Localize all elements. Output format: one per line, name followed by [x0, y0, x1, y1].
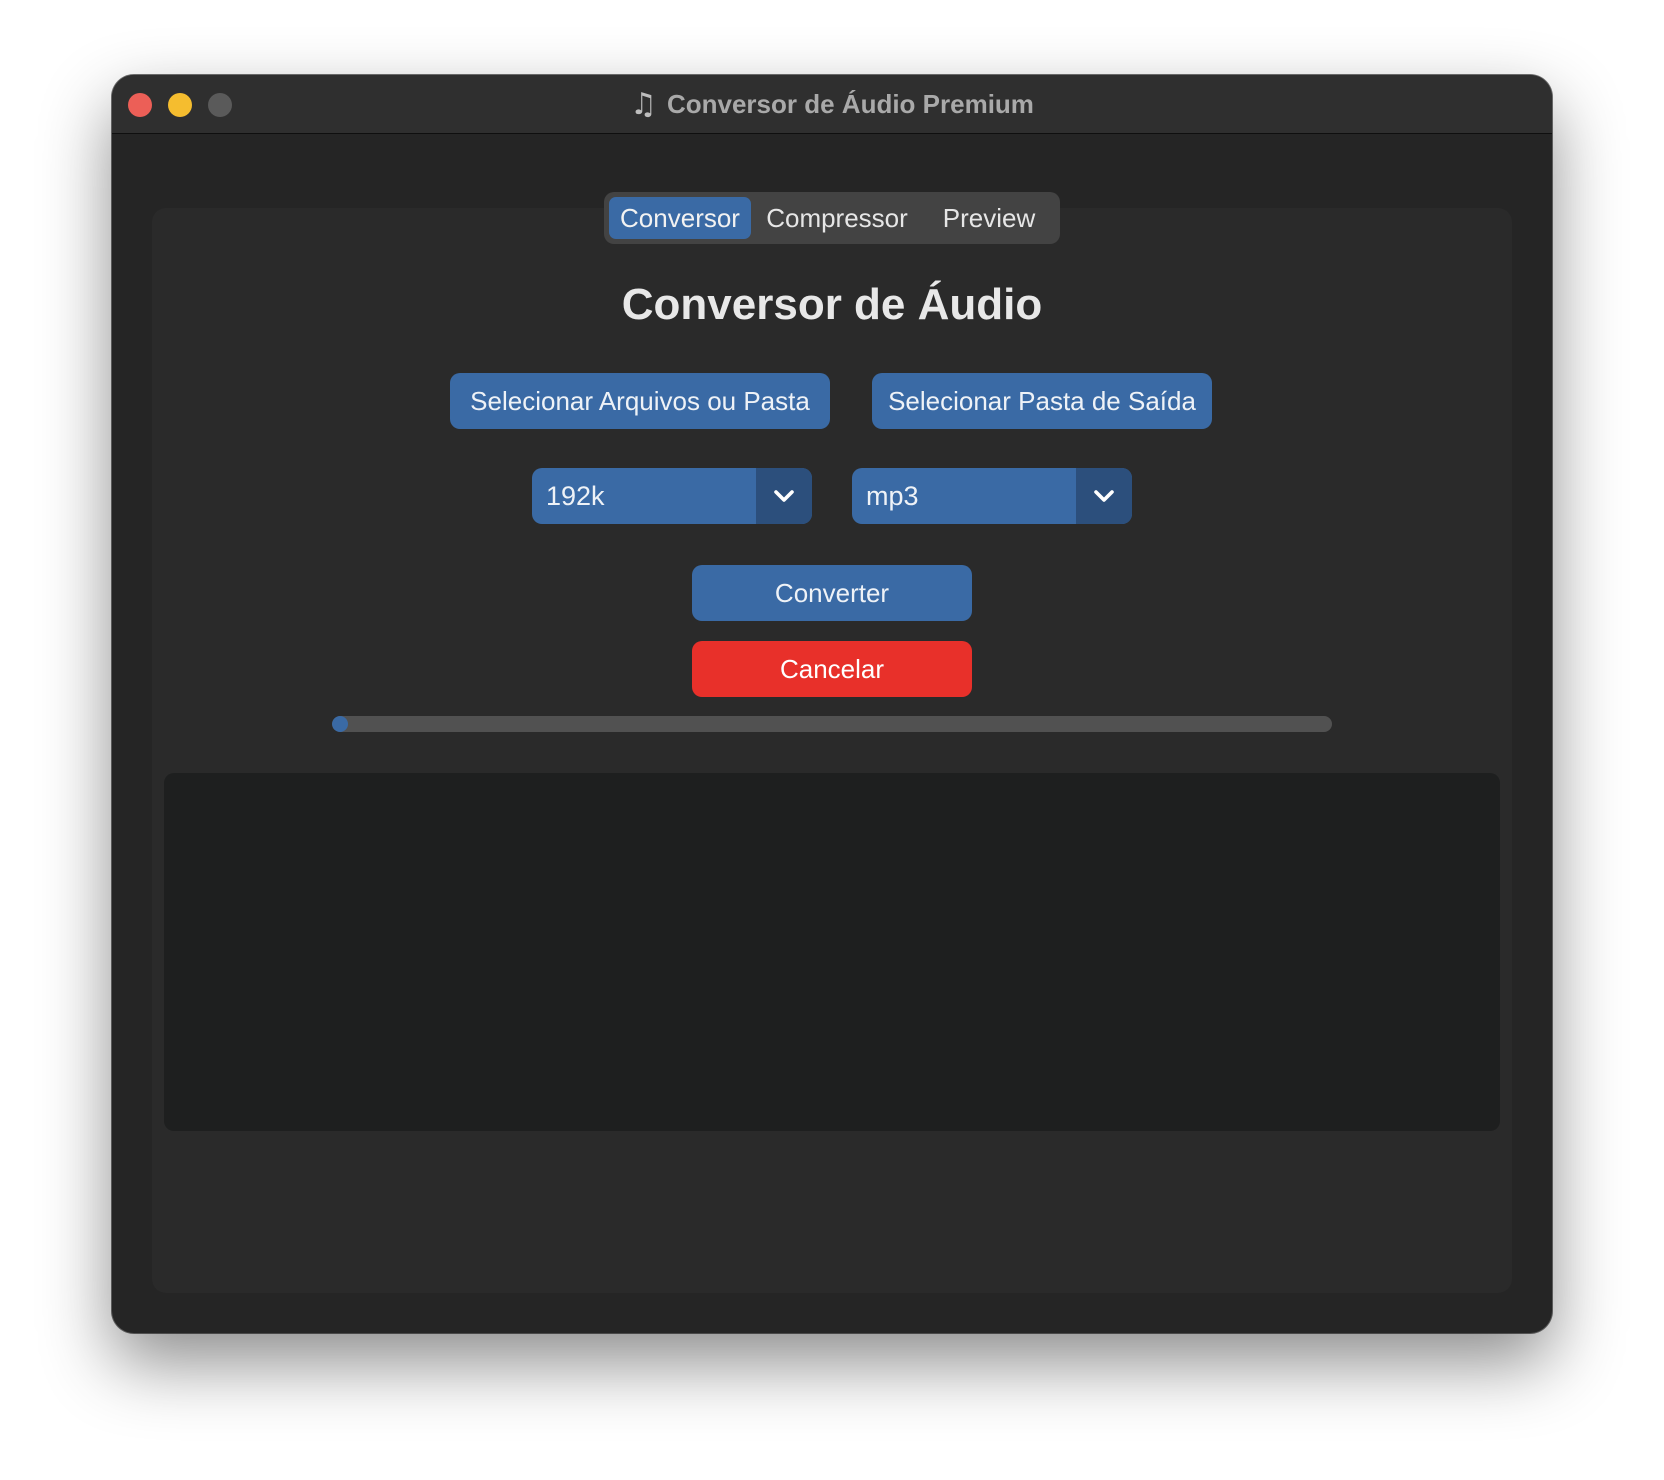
music-note-icon: ♫ — [630, 86, 657, 122]
window-title-text: Conversor de Áudio Premium — [666, 88, 1034, 119]
app-window: ♫ Conversor de Áudio Premium Conversor C… — [112, 75, 1552, 1333]
chevron-down-icon[interactable] — [756, 468, 812, 524]
chevron-down-icon[interactable] — [1076, 468, 1132, 524]
bitrate-select[interactable]: 192k — [532, 468, 812, 524]
bitrate-select-value: 192k — [546, 480, 605, 511]
window-title: ♫ Conversor de Áudio Premium — [112, 75, 1552, 133]
tab-compressor[interactable]: Compressor — [751, 197, 923, 239]
tab-conversor[interactable]: Conversor — [609, 197, 751, 239]
format-select[interactable]: mp3 — [852, 468, 1132, 524]
convert-button[interactable]: Converter — [692, 565, 972, 621]
cancel-button[interactable]: Cancelar — [692, 641, 972, 697]
tab-preview[interactable]: Preview — [923, 197, 1055, 239]
select-files-button[interactable]: Selecionar Arquivos ou Pasta — [450, 373, 830, 429]
format-select-value: mp3 — [866, 480, 919, 511]
progress-bar — [332, 716, 1332, 732]
title-bar[interactable]: ♫ Conversor de Áudio Premium — [112, 75, 1552, 134]
tab-bar: Conversor Compressor Preview — [604, 192, 1060, 244]
desktop-background: ♫ Conversor de Áudio Premium Conversor C… — [0, 0, 1664, 1480]
page-title: Conversor de Áudio — [621, 280, 1043, 329]
progress-bar-fill — [332, 716, 348, 732]
log-output-area[interactable] — [164, 773, 1500, 1131]
select-output-folder-button[interactable]: Selecionar Pasta de Saída — [872, 373, 1212, 429]
